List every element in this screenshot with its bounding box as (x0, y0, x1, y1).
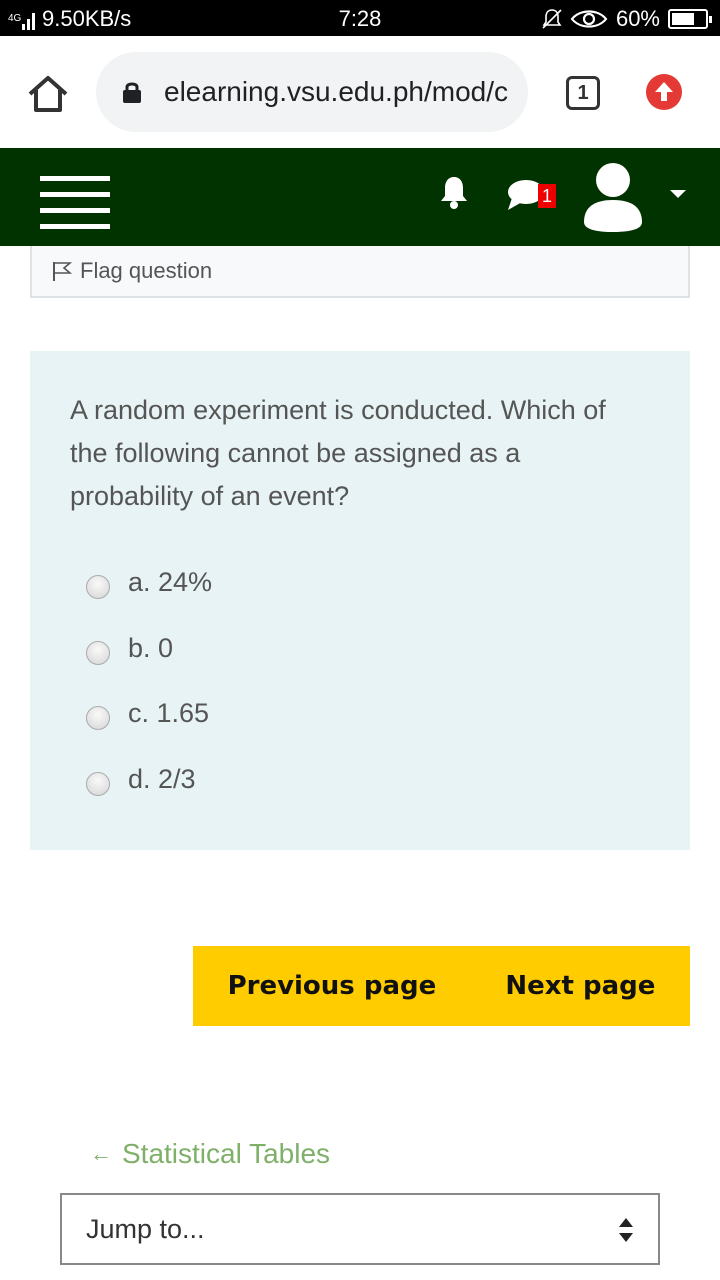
previous-activity-link[interactable]: ← Statistical Tables (90, 1138, 330, 1170)
flag-question-link[interactable]: Flag question (80, 258, 212, 284)
question-text: A random experiment is conducted. Which … (70, 395, 606, 511)
user-avatar-icon[interactable] (580, 162, 646, 234)
messages-badge: 1 (538, 184, 556, 208)
radio-button[interactable] (86, 641, 110, 665)
notifications-bell-icon[interactable] (438, 174, 470, 210)
answer-label: b. 0 (128, 632, 174, 663)
menu-toggle-button[interactable] (40, 176, 110, 229)
answer-option-c[interactable]: c. 1.65 (86, 696, 209, 730)
site-navbar: 1 (0, 148, 720, 246)
jump-to-select[interactable]: Jump to... (60, 1193, 660, 1265)
flag-icon[interactable] (52, 260, 72, 282)
previous-page-button[interactable]: Previous page (228, 971, 437, 1001)
lock-icon (123, 82, 141, 103)
radio-button[interactable] (86, 772, 110, 796)
radio-button[interactable] (86, 706, 110, 730)
status-bar: 4G 9.50KB/s 7:28 60% (0, 0, 720, 36)
update-button[interactable] (646, 74, 682, 110)
eye-icon (570, 10, 608, 28)
answer-label: d. 2/3 (128, 763, 196, 794)
answer-label: c. 1.65 (128, 697, 210, 728)
alarm-off-icon (542, 9, 562, 29)
address-bar[interactable]: elearning.vsu.edu.ph/mod/c (96, 52, 528, 132)
browser-toolbar: elearning.vsu.edu.ph/mod/c 1 (0, 36, 720, 148)
battery-icon (668, 9, 712, 29)
select-arrows-icon (619, 1218, 633, 1242)
answer-label: a. 24% (128, 566, 213, 597)
answer-option-a[interactable]: a. 24% (86, 565, 212, 599)
previous-activity-label: Statistical Tables (122, 1138, 331, 1169)
radio-button[interactable] (86, 575, 110, 599)
user-menu-caret-icon[interactable] (670, 190, 686, 198)
arrow-up-icon (655, 82, 673, 101)
url-text: elearning.vsu.edu.ph/mod/c (164, 76, 508, 107)
question-panel: A random experiment is conducted. Which … (30, 351, 690, 850)
answer-option-d[interactable]: d. 2/3 (86, 762, 196, 796)
jump-to-label: Jump to... (86, 1213, 205, 1244)
home-icon[interactable] (26, 74, 70, 114)
flag-question-box: Flag question (30, 246, 690, 298)
battery-percent: 60% (615, 6, 660, 31)
answer-option-b[interactable]: b. 0 (86, 631, 173, 665)
page-navigation: Previous page Next page (193, 946, 690, 1026)
arrow-left-icon: ← (90, 1141, 112, 1166)
next-page-button[interactable]: Next page (505, 971, 655, 1001)
tab-switcher-button[interactable]: 1 (566, 76, 600, 110)
